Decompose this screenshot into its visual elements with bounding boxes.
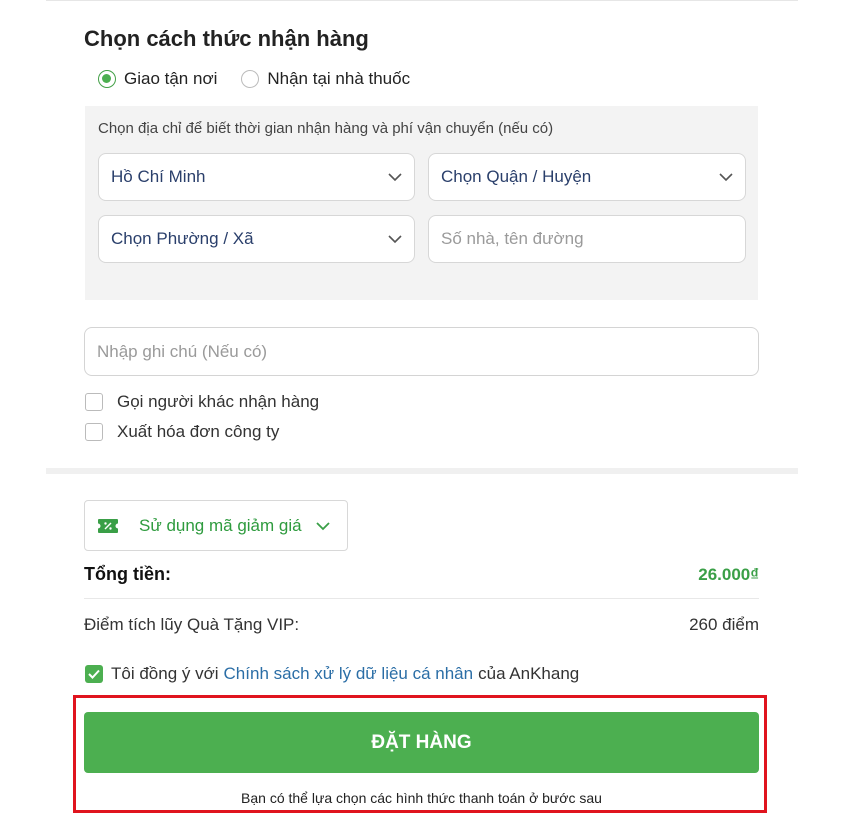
ward-select-value: Chọn Phường / Xã bbox=[111, 229, 254, 248]
agreement-suffix: của AnKhang bbox=[478, 664, 580, 683]
other-receiver-checkbox[interactable]: Gọi người khác nhận hàng bbox=[85, 392, 319, 412]
checkbox-unchecked-icon bbox=[85, 423, 103, 441]
radio-home-delivery[interactable]: Giao tận nơi bbox=[98, 69, 217, 89]
promo-code-button[interactable]: Sử dụng mã giảm giá bbox=[84, 500, 348, 551]
address-hint: Chọn địa chỉ để biết thời gian nhận hàng… bbox=[98, 120, 554, 137]
company-invoice-checkbox[interactable]: Xuất hóa đơn công ty bbox=[85, 422, 279, 442]
agreement-checkbox[interactable] bbox=[85, 665, 103, 683]
street-input[interactable]: Số nhà, tên đường bbox=[428, 215, 746, 263]
top-divider bbox=[46, 0, 798, 1]
chevron-down-icon bbox=[315, 521, 330, 530]
radio-pharmacy-pickup[interactable]: Nhận tại nhà thuốc bbox=[241, 69, 410, 89]
promo-code-label: Sử dụng mã giảm giá bbox=[139, 515, 302, 535]
city-select[interactable]: Hồ Chí Minh bbox=[98, 153, 415, 201]
radio-checked-icon bbox=[98, 70, 116, 88]
agreement-row: Tôi đồng ý với Chính sách xử lý dữ liệu … bbox=[85, 664, 579, 684]
street-input-placeholder: Số nhà, tên đường bbox=[441, 229, 584, 248]
radio-pharmacy-pickup-label: Nhận tại nhà thuốc bbox=[267, 69, 411, 88]
ticket-icon bbox=[98, 518, 118, 533]
delivery-method-options: Giao tận nơi Nhận tại nhà thuốc bbox=[98, 66, 434, 92]
checkbox-unchecked-icon bbox=[85, 393, 103, 411]
other-receiver-label: Gọi người khác nhận hàng bbox=[117, 392, 320, 411]
ward-select[interactable]: Chọn Phường / Xã bbox=[98, 215, 415, 263]
note-input-placeholder: Nhập ghi chú (Nếu có) bbox=[97, 341, 268, 361]
radio-home-delivery-label: Giao tận nơi bbox=[124, 69, 218, 88]
district-select[interactable]: Chọn Quận / Huyện bbox=[428, 153, 746, 201]
radio-unchecked-icon bbox=[241, 70, 260, 88]
vip-points-value: 260 điểm bbox=[689, 615, 759, 634]
privacy-policy-link[interactable]: Chính sách xử lý dữ liệu cá nhân bbox=[224, 664, 474, 684]
checkmark-icon bbox=[88, 669, 100, 679]
city-select-value: Hồ Chí Minh bbox=[111, 167, 206, 186]
highlight-annotation-box bbox=[73, 695, 767, 813]
delivery-section-title: Chọn cách thức nhận hàng bbox=[84, 26, 369, 51]
chevron-down-icon bbox=[388, 235, 402, 244]
chevron-down-icon bbox=[719, 173, 733, 182]
total-value: 26.000₫ bbox=[698, 565, 759, 584]
company-invoice-label: Xuất hóa đơn công ty bbox=[117, 422, 280, 441]
agreement-prefix: Tôi đồng ý với bbox=[111, 664, 219, 683]
vip-points-label: Điểm tích lũy Quà Tặng VIP: bbox=[84, 615, 300, 634]
section-divider bbox=[46, 468, 798, 474]
total-label: Tổng tiền: bbox=[84, 564, 171, 584]
district-select-value: Chọn Quận / Huyện bbox=[441, 167, 592, 186]
note-input[interactable]: Nhập ghi chú (Nếu có) bbox=[84, 327, 759, 376]
summary-divider bbox=[84, 598, 759, 599]
chevron-down-icon bbox=[388, 173, 402, 182]
